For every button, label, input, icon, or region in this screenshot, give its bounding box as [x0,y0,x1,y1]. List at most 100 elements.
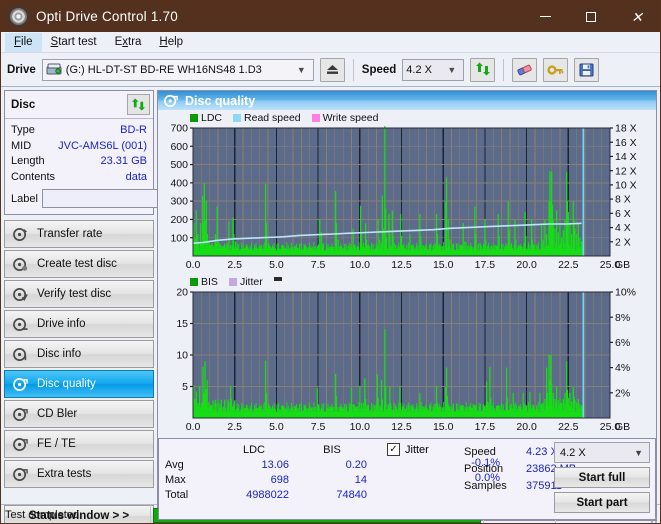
svg-text:300: 300 [170,196,188,208]
menu-item-file[interactable]: File [5,32,42,52]
svg-text:0.0: 0.0 [186,259,201,271]
stats-row-label-avg: Avg [165,458,184,471]
menu-label-start-test: tart test [58,35,97,48]
speed-select[interactable]: 4.2 X ▼ [402,58,465,81]
sidebar-item-disc-info[interactable]: Disc info [4,340,154,368]
menu-item-extra[interactable]: Extra [106,33,151,52]
sidebar-item-transfer-rate[interactable]: Transfer rate [4,220,154,248]
menu-item-start-test[interactable]: Start test [42,33,106,52]
eject-button[interactable] [319,57,345,82]
erase-button[interactable] [512,57,538,82]
maximize-button[interactable] [568,1,614,32]
key-button[interactable] [543,57,569,82]
legend-ldc: LDC [190,112,222,124]
window-controls: ✕ [522,1,660,32]
svg-text:2%: 2% [615,387,630,399]
disc-contents-value: data [125,170,147,183]
disc-row-length: Length 23.31 GB [11,154,147,170]
sidebar-item-drive-info[interactable]: Drive info [4,310,154,338]
svg-text:8%: 8% [615,312,630,324]
svg-text:14 X: 14 X [615,151,637,163]
jitter-checkbox[interactable]: ✓ [387,443,400,456]
cd-bler-icon [13,407,28,421]
sidebar-label-transfer-rate: Transfer rate [37,228,103,240]
legend-label-write-speed: Write speed [322,111,379,124]
transfer-rate-icon [13,227,28,241]
disc-quality-panel: Disc quality LDC Read speed Write speed … [157,90,657,521]
svg-text:20.0: 20.0 [516,421,537,433]
sidebar-item-create-test-disc[interactable]: Create test disc [4,250,154,278]
svg-text:5.0: 5.0 [269,259,284,271]
svg-text:10 X: 10 X [615,179,637,191]
sidebar-item-disc-quality[interactable]: Disc quality [4,370,154,398]
svg-text:12.5: 12.5 [391,259,412,271]
stats-total-ldc: 4988022 [246,488,289,501]
start-full-button[interactable]: Start full [554,467,650,488]
toolbar-separator-1 [352,58,354,81]
disc-properties: Type BD-R MID JVC-AMS6L (001) Length 23.… [5,119,251,214]
ldc-chart-svg: 100 200 300 400 500 600 700 2 X 4 X 6 X 8 X 10 X 12 … [170,124,637,271]
stats-avg-ldc: 13.06 [261,458,289,471]
stats-col-bis: BIS [323,443,341,456]
save-button[interactable] [574,57,600,82]
start-part-button[interactable]: Start part [554,492,650,513]
stats-total-bis: 74840 [336,488,367,501]
menu-label-file: ile [21,35,33,48]
key-icon [547,64,564,75]
sidebar-label-verify-test-disc: Verify test disc [37,288,112,300]
disc-label-row: Label [11,188,251,209]
svg-text:GB: GB [615,421,630,433]
table-row: Max 698 14 [165,473,371,488]
test-speed-select[interactable]: 4.2 X ▼ [554,442,650,463]
fe-te-icon [13,437,28,451]
resize-grip[interactable] [646,505,660,523]
create-test-disc-icon [13,257,28,271]
drive-info-icon [13,317,28,331]
drive-select[interactable]: (G:) HL-DT-ST BD-RE WH16NS48 1.D3 ▼ [41,58,314,81]
minimize-button[interactable] [522,1,568,32]
disc-type-label: Type [11,124,35,136]
error-stats-table: LDC BIS Avg 13.06 0.20 Max 698 14 Total … [165,443,371,503]
svg-text:17.5: 17.5 [475,259,496,271]
bis-chart[interactable]: 5 10 15 20 2% 4% 6% 8% 10% 0.0 2.5 5.0 7.5 10.0 12.5 15… [160,288,654,436]
sidebar-item-fe-te[interactable]: FE / TE [4,430,154,458]
application-window: Opti Drive Control 1.70 ✕ File Start tes… [0,0,661,524]
refresh-button[interactable] [470,57,496,82]
close-button[interactable]: ✕ [614,1,660,32]
statistics-panel: LDC BIS Avg 13.06 0.20 Max 698 14 Total … [158,438,656,520]
legend-label-read-speed: Read speed [244,111,301,124]
eraser-icon [517,64,532,75]
test-speed-value: 4.2 X [560,446,586,459]
svg-text:6 X: 6 X [615,208,631,220]
content-area: Disc quality LDC Read speed Write speed … [157,87,660,521]
legend-label-jitter: Jitter [239,275,263,288]
action-buttons: 4.2 X ▼ Start full Start part [554,442,650,517]
legend-label-ldc: LDC [201,111,223,124]
drive-icon [46,63,62,74]
svg-text:600: 600 [170,141,188,153]
svg-text:700: 700 [170,124,188,135]
legend-marker-dash [273,276,282,281]
toolbar-separator-2 [503,58,505,81]
table-row: Avg 13.06 0.20 [165,458,371,473]
sidebar-label-disc-quality: Disc quality [37,378,96,390]
svg-text:8 X: 8 X [615,194,631,206]
svg-text:2.5: 2.5 [227,259,242,271]
svg-text:4 X: 4 X [615,222,631,234]
sidebar-item-verify-test-disc[interactable]: Verify test disc [4,280,154,308]
svg-text:16 X: 16 X [615,137,637,149]
refresh-icon [131,97,146,111]
svg-text:20: 20 [176,288,188,299]
legend-swatch-ldc [190,113,198,122]
menu-item-help[interactable]: Help [150,33,192,52]
disc-refresh-button[interactable] [127,94,150,115]
sidebar-label-cd-bler: CD Bler [37,408,78,420]
disc-info-panel: Disc Type BD-R MID JVC-AMS6L (001) Lengt… [4,90,251,215]
svg-text:2.5: 2.5 [227,421,242,433]
sidebar-item-extra-tests[interactable]: Extra tests [4,460,154,488]
ldc-chart[interactable]: 100 200 300 400 500 600 700 2 X 4 X 6 X 8 X 10 X 12 … [160,124,654,274]
sidebar-item-cd-bler[interactable]: CD Bler [4,400,154,428]
charts-container: LDC Read speed Write speed 100 200 300 400 5… [158,110,656,436]
panel-header: Disc quality [158,91,656,110]
sidebar: Disc Type BD-R MID JVC-AMS6L (001) Lengt… [1,87,251,523]
